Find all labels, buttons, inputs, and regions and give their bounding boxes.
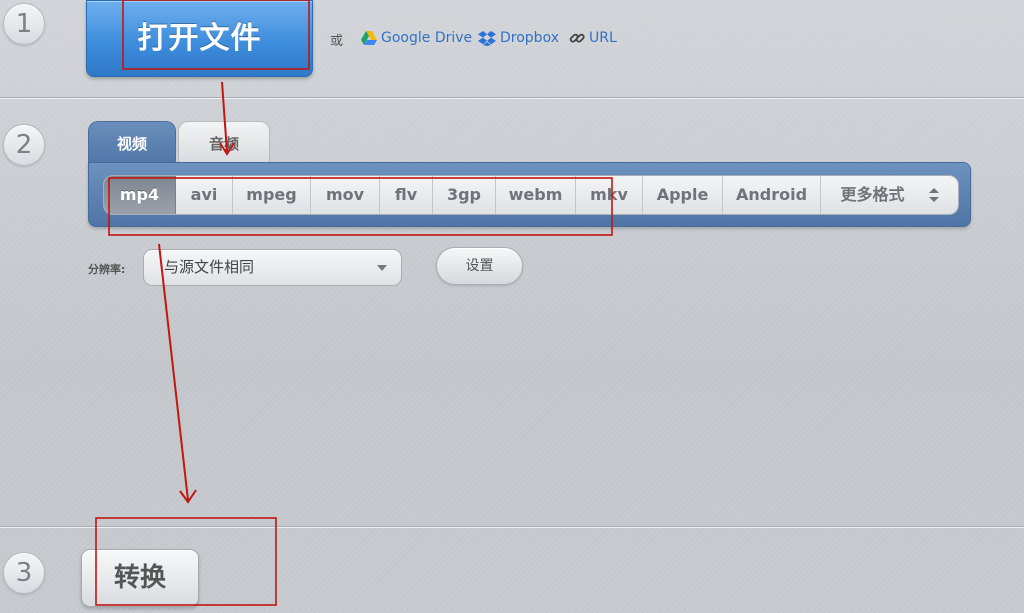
resolution-label: 分辨率: <box>88 263 126 276</box>
format-panel: mp4 avi mpeg mov flv 3gp webm mkv Apple … <box>88 162 971 227</box>
tab-audio[interactable]: 音频 <box>178 121 270 163</box>
google-drive-link[interactable]: Google Drive <box>361 30 472 46</box>
settings-button[interactable]: 设置 <box>436 247 523 285</box>
resolution-value: 与源文件相同 <box>164 258 255 276</box>
dropbox-icon <box>478 30 496 46</box>
link-icon <box>569 33 585 43</box>
annotation-overlay <box>95 0 613 606</box>
format-flv[interactable]: flv <box>380 176 433 214</box>
up-down-arrows-icon <box>928 188 939 202</box>
annotation-arrowhead-2 <box>179 489 197 504</box>
format-apple[interactable]: Apple <box>643 176 723 214</box>
page-background <box>0 0 1024 613</box>
format-mkv[interactable]: mkv <box>576 176 643 214</box>
format-mpeg[interactable]: mpeg <box>233 176 311 214</box>
format-3gp[interactable]: 3gp <box>433 176 496 214</box>
section-divider <box>0 526 1024 528</box>
format-bar: mp4 avi mpeg mov flv 3gp webm mkv Apple … <box>103 175 959 215</box>
section-divider <box>0 97 1024 99</box>
format-avi[interactable]: avi <box>176 176 233 214</box>
more-formats-label: 更多格式 <box>840 185 905 204</box>
dropbox-label: Dropbox <box>500 30 559 46</box>
format-mov[interactable]: mov <box>311 176 380 214</box>
format-webm[interactable]: webm <box>496 176 576 214</box>
google-drive-label: Google Drive <box>381 30 473 46</box>
step-number-2: 2 <box>3 124 45 166</box>
step-number-1: 1 <box>3 3 45 45</box>
url-label: URL <box>589 30 617 46</box>
or-text: 或 <box>330 34 344 49</box>
dropbox-link[interactable]: Dropbox <box>478 30 559 46</box>
open-file-button[interactable]: 打开文件 <box>86 0 313 77</box>
google-drive-icon <box>361 31 377 45</box>
more-formats-select[interactable]: 更多格式 <box>821 176 958 214</box>
tab-video[interactable]: 视频 <box>88 121 176 163</box>
convert-button[interactable]: 转换 <box>81 549 199 607</box>
format-mp4[interactable]: mp4 <box>104 176 176 214</box>
resolution-select[interactable]: 与源文件相同 <box>143 249 402 286</box>
url-link[interactable]: URL <box>569 30 617 46</box>
format-android[interactable]: Android <box>723 176 821 214</box>
chevron-down-icon <box>377 265 387 271</box>
step-number-3: 3 <box>3 552 45 594</box>
